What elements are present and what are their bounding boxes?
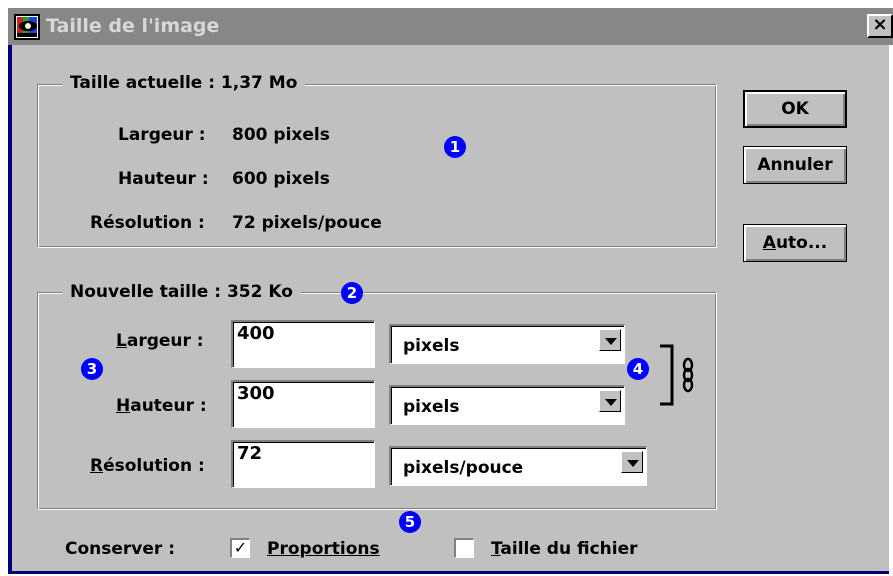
width-input[interactable]: 400 xyxy=(231,320,375,368)
title-bar[interactable]: Taille de l'image × xyxy=(8,8,893,45)
resolution-unit-select[interactable]: pixels/pouce xyxy=(389,446,647,486)
new-width-label: Largeur : xyxy=(116,331,204,351)
height-unit-dropdown-arrow-icon[interactable] xyxy=(599,390,621,412)
current-height-value: 600 pixels xyxy=(232,169,330,189)
badge-3: 3 xyxy=(81,358,103,380)
close-button[interactable]: × xyxy=(867,14,893,38)
auto-button-label: uto... xyxy=(775,233,828,253)
keep-label: Conserver : xyxy=(65,539,176,559)
proportions-label[interactable]: Proportions xyxy=(267,539,380,559)
auto-button-mnemonic: A xyxy=(762,233,776,253)
new-height-label: Hauteur : xyxy=(116,396,207,416)
badge-5: 5 xyxy=(399,511,421,533)
current-height-label: Hauteur : xyxy=(118,169,209,189)
badge-4: 4 xyxy=(627,358,649,380)
cancel-button[interactable]: Annuler xyxy=(743,146,847,184)
width-unit-select[interactable]: pixels xyxy=(389,324,625,364)
new-resolution-label: Résolution : xyxy=(90,456,205,476)
resolution-unit-value: pixels/pouce xyxy=(403,458,524,478)
app-eye-icon xyxy=(14,14,40,40)
file-size-label[interactable]: Taille du fichier xyxy=(491,539,638,559)
height-unit-value: pixels xyxy=(403,397,460,417)
current-resolution-label: Résolution : xyxy=(90,213,205,233)
current-resolution-value: 72 pixels/pouce xyxy=(232,213,382,233)
dialog-window: Taille de l'image × Taille actuelle : 1,… xyxy=(8,8,893,574)
resolution-unit-dropdown-arrow-icon[interactable] xyxy=(621,451,643,473)
new-size-legend: Nouvelle taille : 352 Ko xyxy=(62,282,301,302)
link-bracket-icon xyxy=(660,344,694,406)
height-input[interactable]: 300 xyxy=(231,380,375,428)
current-width-label: Largeur : xyxy=(118,125,206,145)
resolution-input[interactable]: 72 xyxy=(231,440,375,488)
auto-button[interactable]: Auto... xyxy=(743,224,847,262)
file-size-checkbox[interactable] xyxy=(454,538,474,558)
badge-1: 1 xyxy=(444,136,466,158)
window-title: Taille de l'image xyxy=(46,15,220,37)
ok-button[interactable]: OK xyxy=(743,90,847,128)
height-unit-select[interactable]: pixels xyxy=(389,385,625,425)
badge-2: 2 xyxy=(341,282,363,304)
width-unit-dropdown-arrow-icon[interactable] xyxy=(599,329,621,351)
proportions-checkbox[interactable]: ✓ xyxy=(230,538,250,558)
current-width-value: 800 pixels xyxy=(232,125,330,145)
current-size-legend: Taille actuelle : 1,37 Mo xyxy=(62,73,306,93)
width-unit-value: pixels xyxy=(403,336,460,356)
